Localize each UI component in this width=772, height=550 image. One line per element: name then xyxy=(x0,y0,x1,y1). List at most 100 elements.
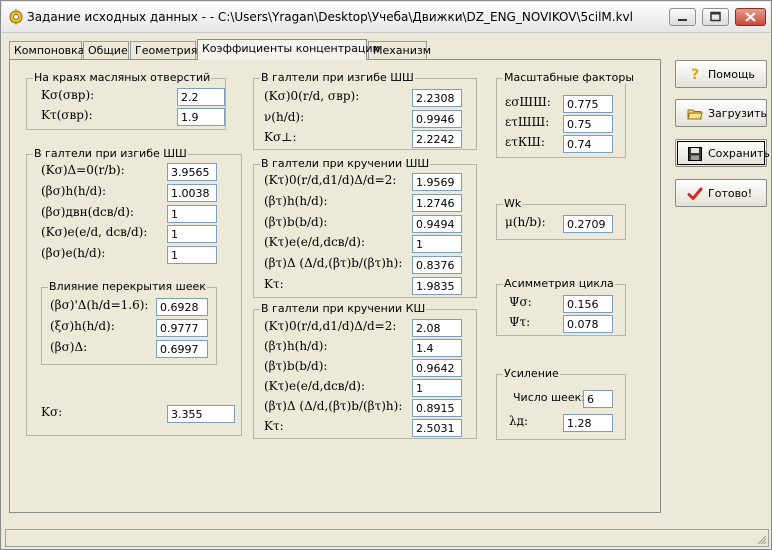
resize-grip-icon xyxy=(757,535,767,545)
group-title: Влияние перекрытия шеек xyxy=(48,280,207,293)
param-label: ν(h/d): xyxy=(264,110,305,124)
overlap-group: Влияние перекрытия шеек (βσ)'Δ(h/d=1.6):… xyxy=(41,280,217,365)
param-label: Kσ(σвр): xyxy=(41,88,95,102)
k-sigma-total-field[interactable]: 3.355 xyxy=(167,405,235,423)
reinforcement-group: Усиление Число шеек: 6 λд: 1.28 xyxy=(496,367,626,440)
param-label: ετШШ: xyxy=(505,115,550,129)
save-button[interactable]: Сохранить xyxy=(675,139,770,167)
param-label: (βτ)h(h/d): xyxy=(264,339,328,353)
param-label: Kσ: xyxy=(41,405,63,419)
tab-label: Геометрия xyxy=(135,44,198,57)
param-label: (βσ)Δ: xyxy=(50,340,88,354)
param-label: μ(h/b): xyxy=(505,215,546,229)
k-tau-oil-field[interactable]: 1.9 xyxy=(177,108,225,126)
tab-geometry[interactable]: Геометрия xyxy=(130,41,198,59)
load-button[interactable]: Загрузить xyxy=(675,99,767,127)
param-label: (Kσ)0(r/d, σвр): xyxy=(264,89,360,103)
question-icon: ? xyxy=(690,67,700,83)
concentration-panel: На краях масляных отверстий Kσ(σвр): 2.2… xyxy=(9,59,661,513)
minimize-icon xyxy=(678,19,687,21)
k-tau-main-field[interactable]: 1.9835 xyxy=(412,277,462,295)
k-tau-e-main-field[interactable]: 1 xyxy=(412,235,462,253)
minimize-button[interactable] xyxy=(669,8,696,26)
button-label: Готово! xyxy=(708,187,753,200)
tab-concentration-factors[interactable]: Коэффициенты концентрации xyxy=(197,39,380,60)
tab-layout[interactable]: Компоновка xyxy=(9,41,85,59)
oil-holes-group: На краях масляных отверстий Kσ(σвр): 2.2… xyxy=(26,71,226,130)
param-label: (βτ)Δ (Δ/d,(βτ)b/(βτ)h): xyxy=(264,399,403,413)
group-title: Масштабные факторы xyxy=(503,71,636,84)
k-tau-e-crank-field[interactable]: 1 xyxy=(412,379,462,397)
group-title: На краях масляных отверстий xyxy=(33,71,212,84)
param-label: Ψτ: xyxy=(509,315,531,329)
param-label: (βσ)'Δ(h/d=1.6): xyxy=(50,298,149,312)
scale-factors-group: Масштабные факторы εσШШ: 0.775 ετШШ: 0.7… xyxy=(496,71,636,158)
group-title: В галтели при кручении КШ xyxy=(260,302,427,315)
param-label: (βσ)h(h/d): xyxy=(41,184,107,198)
status-bar xyxy=(5,529,769,547)
maximize-icon xyxy=(710,11,721,22)
param-label: Kτ: xyxy=(264,419,284,433)
param-label: (βτ)b(b/d): xyxy=(264,359,328,373)
nu-field[interactable]: 0.9946 xyxy=(412,110,462,128)
k-sigma0-field[interactable]: 2.2308 xyxy=(412,89,462,107)
k-sigma-oil-field[interactable]: 2.2 xyxy=(177,88,225,106)
param-label: (βτ)h(h/d): xyxy=(264,194,328,208)
group-title: В галтели при изгибе ШШ xyxy=(260,71,415,84)
k-tau0-main-field[interactable]: 1.9569 xyxy=(412,173,462,191)
beta-sigma-e-field[interactable]: 1 xyxy=(167,246,217,264)
k-tau-crank-field[interactable]: 2.5031 xyxy=(412,419,462,437)
beta-sigma-dvn-field[interactable]: 1 xyxy=(167,205,217,223)
lambda-field[interactable]: 1.28 xyxy=(563,414,613,432)
group-title: Усиление xyxy=(503,367,560,380)
param-label: Число шеек: xyxy=(513,391,585,404)
k-sigma-perp-field[interactable]: 2.2242 xyxy=(412,130,462,148)
param-label: (βτ)b(b/d): xyxy=(264,215,328,229)
close-window-button[interactable] xyxy=(735,8,766,26)
tab-label: Общие xyxy=(88,44,128,57)
app-icon xyxy=(9,9,23,25)
mu-field[interactable]: 0.2709 xyxy=(563,215,613,233)
param-label: (βσ)e(h/d): xyxy=(41,246,106,260)
param-label: Kτ: xyxy=(264,277,284,291)
k-tau0-crank-field[interactable]: 2.08 xyxy=(412,319,462,337)
wk-group: Wk μ(h/b): 0.2709 xyxy=(496,197,626,240)
maximize-button[interactable] xyxy=(702,8,729,26)
fillet-bending-group: В галтели при изгибе ШШ (Kσ)0(r/d, σвр):… xyxy=(253,71,477,150)
beta-tau-b-crank-field[interactable]: 0.9642 xyxy=(412,359,462,377)
psi-sigma-field[interactable]: 0.156 xyxy=(563,295,613,313)
param-label: (Kτ)e(e/d,dсв/d): xyxy=(264,379,365,393)
eps-tau-shsh-field[interactable]: 0.75 xyxy=(563,115,613,133)
psi-tau-field[interactable]: 0.078 xyxy=(563,315,613,333)
help-button[interactable]: ? Помощь xyxy=(675,60,767,88)
param-label: (Kσ)e(e/d, dсв/d): xyxy=(41,225,148,239)
group-title: Асимметрия цикла xyxy=(503,277,615,290)
eps-tau-ksh-field[interactable]: 0.74 xyxy=(563,135,613,153)
param-label: (βσ)двн(dсв/d): xyxy=(41,205,134,219)
beta-tau-b-main-field[interactable]: 0.9494 xyxy=(412,215,462,233)
k-sigma-e-field[interactable]: 1 xyxy=(167,225,217,243)
done-button[interactable]: Готово! xyxy=(675,179,767,207)
beta-tau-delta-main-field[interactable]: 0.8376 xyxy=(412,256,462,274)
tab-general[interactable]: Общие xyxy=(83,41,129,59)
k-sigma-delta0-field[interactable]: 3.9565 xyxy=(167,163,217,181)
param-label: ετКШ: xyxy=(505,135,545,149)
beta-sigma-h-field[interactable]: 1.0038 xyxy=(167,184,217,202)
eps-sigma-shsh-field[interactable]: 0.775 xyxy=(563,95,613,113)
beta-sigma-delta-field[interactable]: 0.6997 xyxy=(156,340,208,358)
beta-tau-h-crank-field[interactable]: 1.4 xyxy=(412,339,462,357)
beta-sigma-prime-field[interactable]: 0.6928 xyxy=(156,298,208,316)
param-label: (ξσ)h(h/d): xyxy=(50,319,115,333)
floppy-disk-icon xyxy=(688,147,702,161)
group-title: В галтели при изгибе ШШ xyxy=(33,147,188,160)
journal-count-field[interactable]: 6 xyxy=(583,390,613,408)
group-title: Wk xyxy=(503,197,523,210)
param-label: λд: xyxy=(509,414,529,428)
beta-tau-delta-crank-field[interactable]: 0.8915 xyxy=(412,399,462,417)
close-icon xyxy=(745,12,756,22)
journal-bending-group: В галтели при изгибе ШШ (Kσ)Δ=0(r/b): 3.… xyxy=(26,147,242,436)
xi-sigma-h-field[interactable]: 0.9777 xyxy=(156,319,208,337)
param-label: (βτ)Δ (Δ/d,(βτ)b/(βτ)h): xyxy=(264,256,403,270)
beta-tau-h-main-field[interactable]: 1.2746 xyxy=(412,194,462,212)
button-label: Помощь xyxy=(708,68,755,81)
